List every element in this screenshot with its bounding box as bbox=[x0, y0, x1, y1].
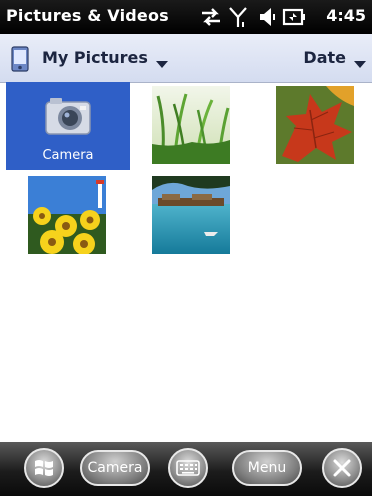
grass-photo[interactable] bbox=[152, 86, 230, 164]
keyboard-icon bbox=[176, 460, 200, 476]
autumn-leaf-photo[interactable] bbox=[276, 86, 354, 164]
camera-label: Camera bbox=[42, 148, 94, 163]
start-button[interactable] bbox=[24, 448, 64, 488]
beach-resort-photo[interactable] bbox=[152, 176, 230, 254]
clock[interactable]: 4:45 bbox=[326, 6, 366, 25]
signal-icon[interactable] bbox=[228, 5, 250, 29]
keyboard-button[interactable] bbox=[168, 448, 208, 488]
data-sync-icon[interactable] bbox=[198, 5, 224, 29]
app-title: Pictures & Videos bbox=[6, 6, 169, 25]
windows-start-icon bbox=[35, 460, 53, 476]
chevron-down-icon bbox=[156, 61, 168, 68]
close-button[interactable] bbox=[322, 448, 362, 488]
menu-softkey[interactable]: Menu bbox=[232, 450, 302, 486]
title-bar: Pictures & Videos 4:45 bbox=[0, 0, 372, 34]
chevron-down-icon bbox=[354, 61, 366, 68]
yellow-flowers-photo[interactable] bbox=[28, 176, 106, 254]
sort-selector[interactable]: Date bbox=[298, 46, 368, 72]
folder-label: My Pictures bbox=[42, 48, 148, 67]
camera-icon bbox=[45, 98, 91, 135]
softkey-bar: Camera Menu bbox=[0, 442, 372, 496]
sort-label: Date bbox=[303, 48, 346, 67]
camera-softkey[interactable]: Camera bbox=[80, 450, 150, 486]
camera-tile[interactable]: Camera bbox=[6, 82, 130, 170]
battery-icon[interactable] bbox=[282, 5, 306, 29]
thumbnail-grid: Camera bbox=[0, 82, 372, 442]
pda-device-icon bbox=[11, 46, 29, 72]
volume-icon[interactable] bbox=[258, 5, 278, 29]
close-icon bbox=[333, 459, 351, 477]
folder-bar: My Pictures Date bbox=[0, 34, 372, 83]
